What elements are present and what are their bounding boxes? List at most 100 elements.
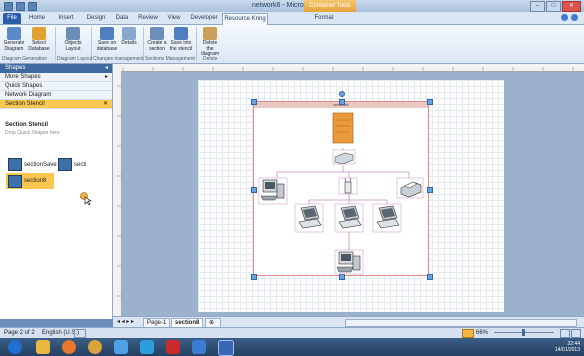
maximize-button[interactable]: □ [546,1,561,12]
stencil-item-section8[interactable]: section8 [6,173,55,189]
ribbon-tabs: File Home Insert Design Data Review View… [0,12,584,25]
more-shapes-label: More Shapes [5,74,41,80]
section-shape-icon [8,158,22,171]
delete-diagram-icon [203,27,217,40]
resize-handle[interactable] [427,99,433,105]
section-stencil-label: Section Stencil [5,101,45,107]
stencil-title: Section Stencil [5,122,49,128]
save-icon[interactable] [192,340,206,354]
details-label: Details [121,40,137,46]
skype-icon[interactable] [140,340,154,354]
ribbon-separator [55,27,56,61]
tab-review[interactable]: Review [136,13,160,24]
details-icon [122,27,136,40]
delete-diagram-button[interactable]: Delete the diagram [199,27,221,58]
group-label-delete: Delete [203,56,218,62]
shapes-panel-header[interactable]: Shapes ◂ [0,64,112,73]
tab-file[interactable]: File [3,13,21,24]
pdf-icon[interactable] [166,340,180,354]
tab-design[interactable]: Design [84,13,108,24]
objects-layout-icon [66,27,80,40]
database-icon [32,27,46,40]
server-shape[interactable] [332,112,354,144]
desktop-computer-shape[interactable] [334,249,364,275]
section-shape-icon [58,158,72,171]
tab-data[interactable]: Data [113,13,131,24]
panel-row-network-diagram[interactable]: Network Diagram [0,91,112,100]
fit-page-icon[interactable] [462,329,474,338]
status-bar: Page 2 of 2 English (U.S.) 66% [0,327,584,338]
printer-shape[interactable] [396,177,424,199]
tab-view[interactable]: View [164,13,184,24]
ribbon: Generate Diagram Select Database Objects… [0,25,584,64]
system-tray[interactable]: 22:44 14/01/2013 [555,341,580,353]
minimize-button[interactable]: – [530,1,545,12]
save-on-database-label: Save on database [96,40,118,52]
visio-icon[interactable] [218,340,234,356]
macro-record-icon[interactable] [74,329,86,338]
network-diagram [258,112,424,275]
panel-row-more-shapes[interactable]: More Shapes ▸ [0,73,112,82]
select-database-label: Select Database [28,40,50,52]
group-label-changes-management: Changes management [93,56,144,62]
page-indicator[interactable]: Page 2 of 2 [4,330,35,336]
zoom-slider-thumb[interactable] [522,329,525,336]
stencil-item-sectionsave[interactable]: sectionSave [8,158,57,171]
tab-developer[interactable]: Developer [187,13,221,24]
close-button[interactable]: ✕ [562,1,581,12]
desktop-computer-shape[interactable] [258,177,288,205]
laptop-shape[interactable] [294,203,324,233]
rotation-handle[interactable] [339,91,345,97]
details-button[interactable]: Details [119,27,139,47]
resize-handle[interactable] [251,99,257,105]
create-section-label: Create a section [147,40,167,52]
help-icon[interactable] [571,14,578,21]
group-label-diagram-layout: Diagram Layout [57,56,93,62]
save-on-database-button[interactable]: Save on database [96,27,118,52]
objects-layout-label: Objects Layout [64,40,82,52]
ruler-ticks [117,85,121,297]
tab-insert[interactable]: Insert [54,13,78,24]
close-icon[interactable]: ✕ [103,100,108,109]
tab-resource-kring[interactable]: Resource Kring [222,13,268,25]
zoom-level[interactable]: 66% [476,330,488,336]
full-screen-icon[interactable] [560,329,570,338]
start-icon[interactable] [8,340,22,354]
chevron-left-icon[interactable]: ◂ [105,64,108,73]
minimize-ribbon-icon[interactable] [561,14,568,21]
generate-diagram-button[interactable]: Generate Diagram [3,27,25,52]
laptop-shape[interactable] [372,203,402,233]
switch-windows-icon[interactable] [571,329,581,338]
horizontal-scrollbar[interactable] [345,319,577,327]
page-navigation[interactable]: ◂ ◂ ▸ ▸ [117,318,134,325]
save-database-icon [100,27,114,40]
move-cursor-icon [80,192,92,205]
panel-row-quick-shapes[interactable]: Quick Shapes [0,82,112,91]
switch-shape[interactable] [332,149,356,165]
select-database-button[interactable]: Select Database [28,27,50,52]
stencil-item-secti[interactable]: secti [58,158,86,171]
window-controls: – □ ✕ [530,1,581,12]
create-section-button[interactable]: Create a section [147,27,167,52]
chrome-icon[interactable] [88,340,102,354]
group-label-sections-management: Sections Management [145,56,195,62]
help-area [561,14,578,21]
network-icon[interactable] [114,340,128,354]
tab-format[interactable]: Format [312,13,336,24]
horizontal-ruler [113,64,584,72]
ruler-ticks [122,67,574,71]
laptop-shape[interactable] [334,203,364,233]
tab-home[interactable]: Home [26,13,48,24]
access-point-shape[interactable] [338,177,358,195]
stencil-item-label: section8 [24,178,47,184]
firefox-icon[interactable] [62,340,76,354]
generate-diagram-label: Generate Diagram [3,40,25,52]
vertical-ruler [113,71,122,316]
shapes-header-label: Shapes [5,65,26,71]
resize-handle[interactable] [339,99,345,105]
save-into-stencil-button[interactable]: Save into the stencil [169,27,193,52]
explorer-icon[interactable] [36,340,50,354]
panel-row-section-stencil[interactable]: Section Stencil ✕ [0,100,112,109]
stencil-hint: Drop Quick Shapes here [5,130,60,136]
objects-layout-button[interactable]: Objects Layout [60,27,86,52]
